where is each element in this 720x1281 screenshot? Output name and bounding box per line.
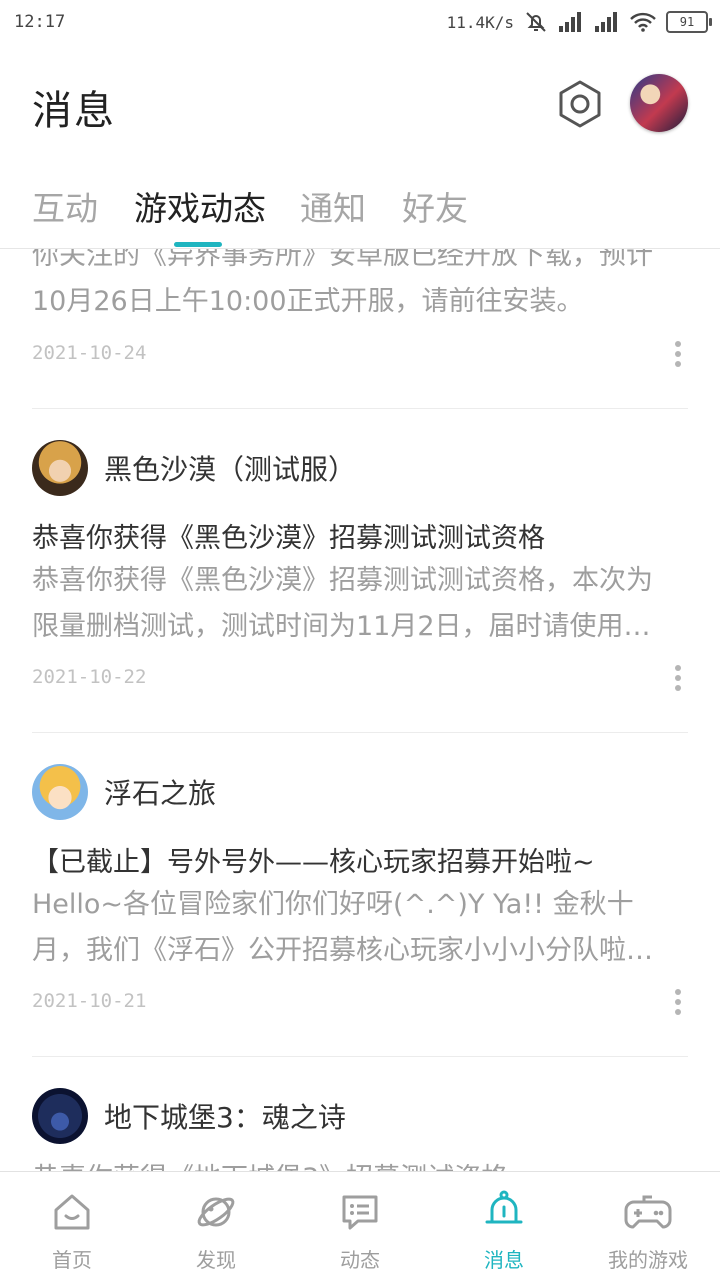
message-date: 2021-10-21: [32, 990, 147, 1012]
game-avatar: [32, 764, 88, 820]
user-avatar[interactable]: [630, 74, 688, 132]
tab-notifications[interactable]: 通知: [300, 182, 366, 230]
nav-messages-label: 消息: [484, 1248, 524, 1272]
game-avatar: [32, 1088, 88, 1144]
network-speed: 11.4K/s: [446, 12, 514, 32]
message-summary: 恭喜你获得《地下城堡3》招募测试资格: [32, 1156, 682, 1171]
nav-discover[interactable]: 发现: [144, 1172, 288, 1281]
nav-discover-label: 发现: [196, 1248, 236, 1272]
message-headline: 【已截止】号外号外——核心玩家招募开始啦~: [32, 847, 595, 878]
tab-interaction[interactable]: 互动: [32, 182, 98, 230]
nav-home[interactable]: 首页: [0, 1172, 144, 1281]
message-feed[interactable]: 你关注的《异界事务所》安卓版已经开放下载，预计 10月26日上午10:00正式开…: [0, 249, 720, 1171]
list-item[interactable]: 你关注的《异界事务所》安卓版已经开放下载，预计 10月26日上午10:00正式开…: [32, 249, 688, 409]
game-avatar: [32, 440, 88, 496]
signal-icon-2: [595, 12, 617, 32]
message-date: 2021-10-24: [32, 342, 147, 364]
status-bar: 12:17 11.4K/s 91: [0, 0, 720, 46]
message-summary: Hello~各位冒险家们你们好呀(^.^)Y Ya!! 金秋十 月，我们《浮石》…: [32, 889, 653, 966]
game-name: 浮石之旅: [104, 777, 217, 810]
chat-icon: [342, 1195, 378, 1230]
more-options-icon[interactable]: [674, 989, 682, 1015]
active-tab-indicator: [174, 242, 222, 247]
list-item[interactable]: 黑色沙漠（测试服） 恭喜你获得《黑色沙漠》招募测试测试资格 恭喜你获得《黑色沙漠…: [32, 408, 688, 733]
nav-feed-label: 动态: [340, 1248, 380, 1272]
list-item[interactable]: 地下城堡3：魂之诗 恭喜你获得《地下城堡3》招募测试资格: [32, 1056, 688, 1171]
message-headline: 恭喜你获得《黑色沙漠》招募测试测试资格: [32, 523, 545, 554]
tab-friends[interactable]: 好友: [402, 182, 468, 230]
game-source[interactable]: 浮石之旅: [32, 764, 216, 820]
game-name: 地下城堡3：魂之诗: [104, 1101, 346, 1134]
game-source[interactable]: 黑色沙漠（测试服）: [32, 440, 356, 496]
more-options-icon[interactable]: [674, 341, 682, 367]
nav-my-games-label: 我的游戏: [608, 1248, 688, 1272]
list-item[interactable]: 浮石之旅 【已截止】号外号外——核心玩家招募开始啦~ Hello~各位冒险家们你…: [32, 732, 688, 1057]
mute-bell-icon: [526, 12, 546, 32]
tab-game-news[interactable]: 游戏动态: [134, 182, 266, 230]
message-summary: 恭喜你获得《黑色沙漠》招募测试测试资格，本次为 限量删档测试，测试时间为11月2…: [32, 565, 653, 642]
nav-home-label: 首页: [52, 1248, 92, 1272]
nav-my-games[interactable]: 我的游戏: [576, 1172, 720, 1281]
home-icon: [54, 1194, 90, 1230]
message-summary: 你关注的《异界事务所》安卓版已经开放下载，预计 10月26日上午10:00正式开…: [32, 249, 653, 317]
wifi-icon: [630, 12, 656, 32]
signal-icon: [559, 12, 581, 32]
settings-button[interactable]: [552, 76, 608, 132]
message-tabs: 互动 游戏动态 通知 好友: [0, 166, 720, 249]
page-header: 消息: [0, 46, 720, 166]
planet-icon: [197, 1197, 235, 1227]
more-options-icon[interactable]: [674, 665, 682, 691]
gamepad-icon: [624, 1195, 672, 1229]
battery-icon: 91: [666, 11, 712, 33]
bell-icon: [485, 1190, 523, 1224]
settings-hexagon-icon: [559, 80, 601, 128]
nav-messages[interactable]: 消息: [432, 1172, 576, 1281]
bottom-navigation: 首页 发现 动态 消息 我的游戏: [0, 1171, 720, 1281]
page-title: 消息: [32, 88, 116, 134]
game-source[interactable]: 地下城堡3：魂之诗: [32, 1088, 346, 1144]
nav-feed[interactable]: 动态: [288, 1172, 432, 1281]
message-date: 2021-10-22: [32, 666, 147, 688]
status-time: 12:17: [14, 12, 66, 32]
game-name: 黑色沙漠（测试服）: [104, 453, 357, 486]
